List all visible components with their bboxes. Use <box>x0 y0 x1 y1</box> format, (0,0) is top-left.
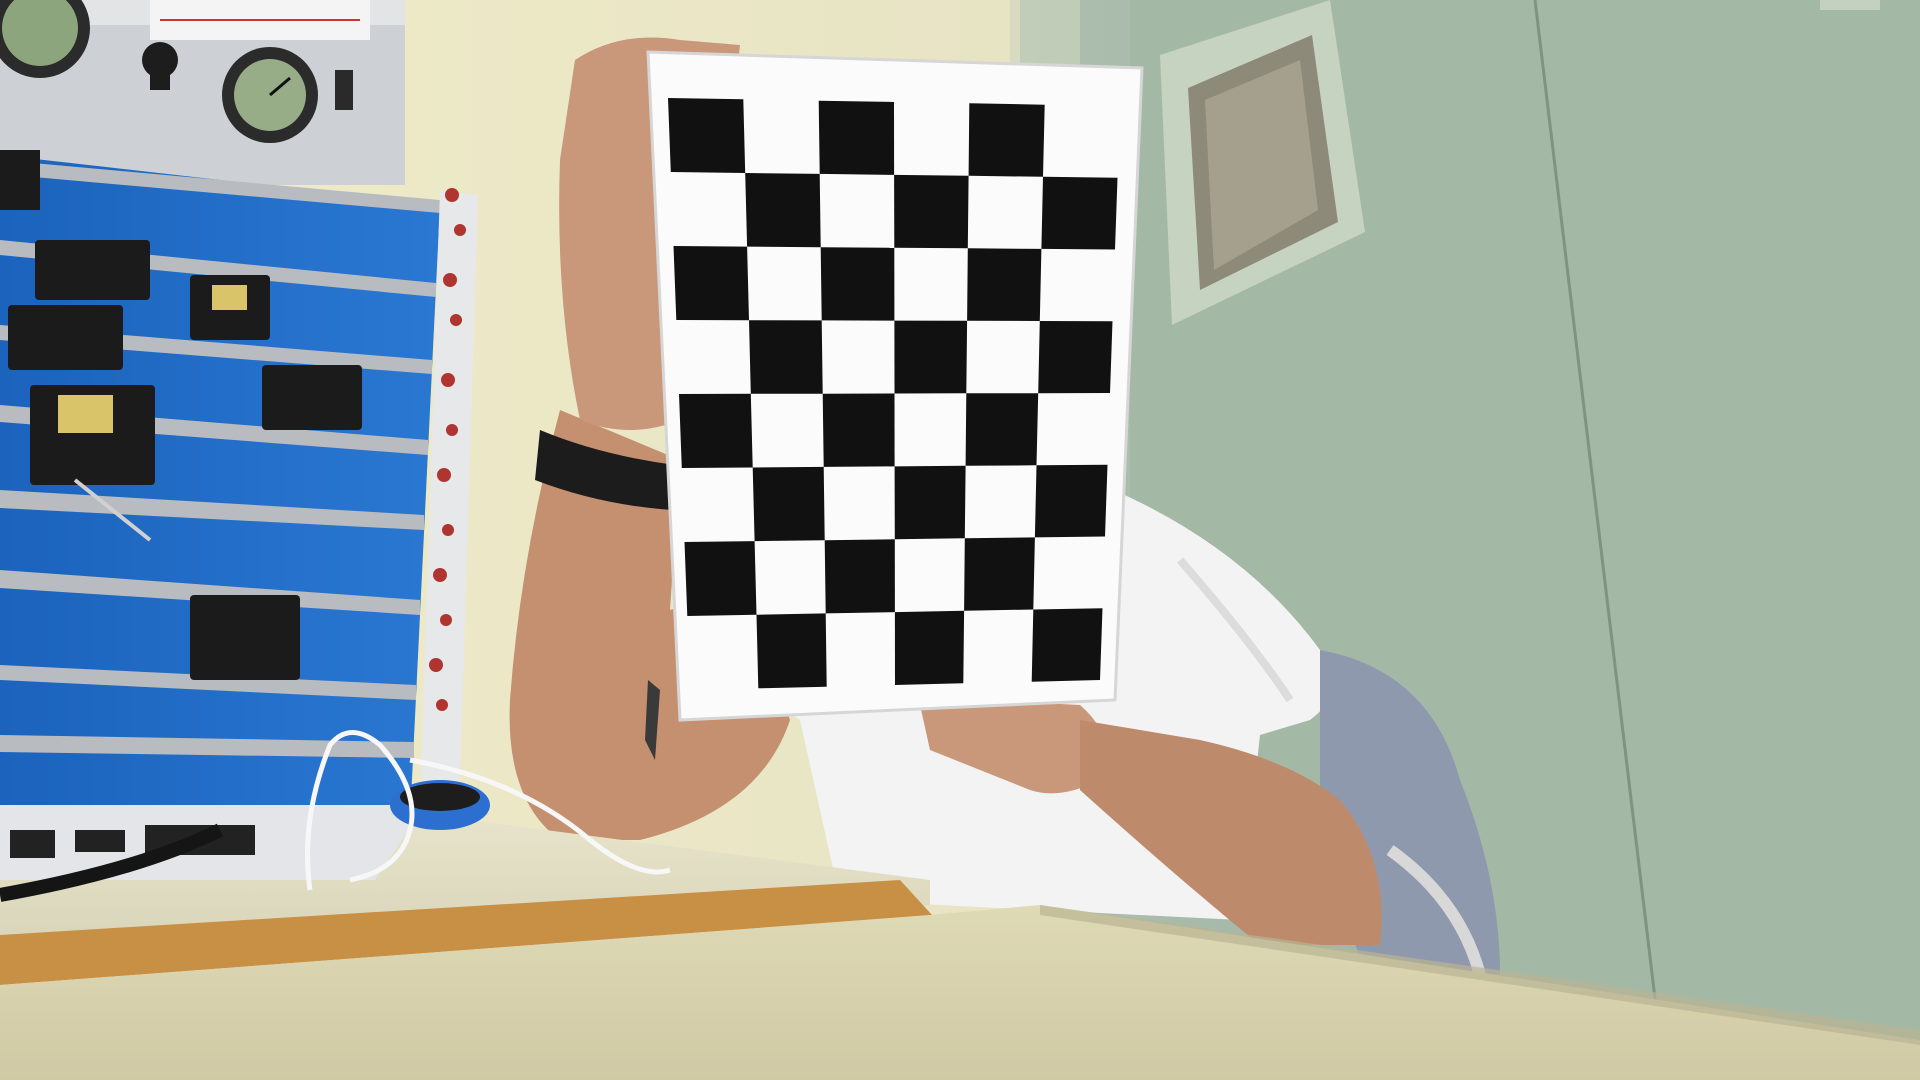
checker-square <box>756 613 827 689</box>
laptop-port-2 <box>75 830 125 852</box>
checker-square <box>1041 176 1118 250</box>
checker-square <box>749 320 823 394</box>
checker-square <box>668 98 746 173</box>
checker-square <box>752 466 825 542</box>
checker-square <box>894 610 965 685</box>
checker-square <box>822 393 895 467</box>
checker-square <box>745 173 821 248</box>
laptop-port-1 <box>10 830 55 858</box>
checker-square <box>894 174 969 249</box>
checker-square <box>894 465 966 540</box>
photo-scene <box>0 0 1920 1080</box>
checker-square <box>1034 464 1108 538</box>
checker-square <box>820 247 895 321</box>
checker-square <box>894 320 968 394</box>
checker-square <box>679 393 753 468</box>
checker-square <box>968 103 1045 177</box>
checker-square <box>965 393 1039 466</box>
checker-square <box>967 248 1042 321</box>
checker-square <box>673 246 749 321</box>
door-hinge <box>1820 0 1880 10</box>
checker-square <box>684 541 757 616</box>
calibration-checkerboard <box>646 50 1144 722</box>
checker-square <box>1038 321 1113 394</box>
checker-square <box>1031 608 1103 682</box>
checker-square <box>818 100 895 175</box>
checker-square <box>964 537 1035 611</box>
checker-square <box>824 539 895 614</box>
